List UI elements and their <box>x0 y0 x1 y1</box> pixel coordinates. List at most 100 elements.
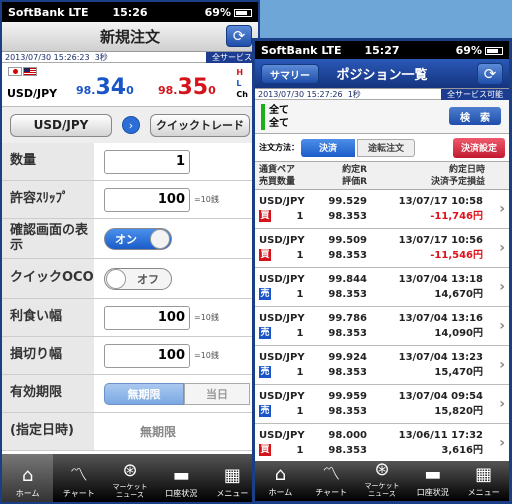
entry-rate: 99.844 <box>328 274 367 285</box>
col-qty: 売買数量 <box>259 176 296 187</box>
filter-panel: 全て 全て 検 索 <box>255 100 509 134</box>
order-toolbar: USD/JPY › クイックトレード <box>2 107 258 143</box>
table-header: 通貨ペア 売買数量 約定R 評価R 約定日時 決済予定損益 <box>255 162 509 190</box>
entry-date: 13/07/17 10:58 <box>398 196 483 207</box>
tab-menu-label: メニュー <box>467 488 500 497</box>
chart-icon: 〽 <box>322 464 341 485</box>
stop-loss-input[interactable]: 100 <box>104 343 190 368</box>
page-title: 新規注文 <box>99 28 160 46</box>
quantity: 1 <box>296 445 304 456</box>
expiry-label: 有効期限 <box>2 375 94 412</box>
tab-bar: ⌂ ホーム 〽チャート ⊛ マーケットニュース ▬ 口座状況 ▦ メニュー <box>255 460 509 501</box>
clock: 15:27 <box>364 43 400 57</box>
tab-chart[interactable]: 〽チャート <box>53 454 104 502</box>
chevron-right-icon: › <box>499 435 505 451</box>
quick-oco-toggle[interactable]: オフ <box>104 267 172 290</box>
info-bar: 2013/07/30 15:27:26 1秒 全サービス可能 <box>255 88 509 100</box>
order-form: 数量 1 許容ｽﾘｯﾌﾟ 100 =10銭 確認画面の表示 オン クイックOCO … <box>2 143 258 451</box>
method-settle-option[interactable]: 決済 <box>301 138 355 157</box>
home-icon: ⌂ <box>274 464 287 485</box>
expiry-today-option[interactable]: 当日 <box>184 382 250 405</box>
battery-label: 69% <box>455 43 482 57</box>
eval-rate: 98.353 <box>328 328 367 339</box>
col-pair: 通貨ペア <box>259 164 296 175</box>
entry-date: 13/07/04 13:16 <box>398 313 483 324</box>
chart-icon: 〽 <box>69 465 88 486</box>
tab-account-label: 口座状況 <box>416 488 449 497</box>
refresh-interval: 1秒 <box>347 89 361 99</box>
tab-menu[interactable]: ▦ メニュー <box>207 454 258 502</box>
position-row[interactable]: USD/JPY 買 1 99.509 98.353 13/07/17 10:56 -11,… <box>255 229 509 268</box>
position-row[interactable]: USD/JPY 売 1 99.844 98.353 13/07/04 13:18 14,6… <box>255 268 509 307</box>
tab-account[interactable]: ▬ 口座状況 <box>156 454 207 502</box>
position-list: USD/JPY 買 1 99.529 98.353 13/07/17 10:58 -11,… <box>255 190 509 501</box>
refresh-icon[interactable]: ⟳ <box>477 63 503 85</box>
pair: USD/JPY <box>259 235 305 246</box>
eval-rate: 98.353 <box>328 211 367 222</box>
side-badge: 買 <box>259 249 271 261</box>
side-badge: 買 <box>259 210 271 222</box>
pair: USD/JPY <box>259 274 305 285</box>
tab-home[interactable]: ⌂ ホーム <box>255 461 306 501</box>
take-profit-label: 利食い幅 <box>2 299 94 336</box>
profit-loss: -11,746円 <box>430 211 483 222</box>
profit-loss: 15,470円 <box>434 367 483 378</box>
chevron-right-icon: › <box>499 396 505 412</box>
account-icon: ▬ <box>424 464 442 485</box>
slippage-unit: =10銭 <box>194 195 219 204</box>
position-row[interactable]: USD/JPY 売 1 99.959 98.353 13/07/04 09:54 15,8… <box>255 385 509 424</box>
tab-news-label: マーケットニュース <box>112 483 148 499</box>
bid-rate[interactable]: 98.340 <box>76 75 134 100</box>
take-profit-unit: =10銭 <box>194 313 219 322</box>
ask-prefix: 98. <box>158 84 178 97</box>
refresh-icon[interactable]: ⟳ <box>226 25 252 47</box>
position-row[interactable]: USD/JPY 買 1 99.529 98.353 13/07/17 10:58 -11,… <box>255 190 509 229</box>
expiry-unlimited-option[interactable]: 無期限 <box>104 382 184 405</box>
quantity: 1 <box>296 289 304 300</box>
pair-select-button[interactable]: USD/JPY <box>10 113 112 137</box>
battery-icon <box>485 46 503 55</box>
method-reverse-option[interactable]: 途転注文 <box>357 138 415 157</box>
tab-chart[interactable]: 〽チャート <box>306 461 357 501</box>
quantity-input[interactable]: 1 <box>104 149 190 174</box>
tab-menu[interactable]: ▦ メニュー <box>458 461 509 501</box>
settle-settings-button[interactable]: 決済設定 <box>453 137 505 158</box>
eval-rate: 98.353 <box>328 406 367 417</box>
pair: USD/JPY <box>259 196 305 207</box>
tab-news[interactable]: ⊛ マーケットニュース <box>357 460 408 501</box>
chevron-right-icon[interactable]: › <box>122 116 140 134</box>
ask-rate[interactable]: 98.350 <box>158 75 216 100</box>
status-bar: SoftBank LTE 15:27 69% <box>255 41 509 59</box>
tab-account[interactable]: ▬ 口座状況 <box>407 461 458 501</box>
side-badge: 売 <box>259 288 271 300</box>
tab-news[interactable]: ⊛ マーケットニュース <box>104 454 155 502</box>
take-profit-input[interactable]: 100 <box>104 305 190 330</box>
quantity: 1 <box>296 211 304 222</box>
take-profit-row: 利食い幅 100 =10銭 <box>2 299 258 337</box>
slippage-label: 許容ｽﾘｯﾌﾟ <box>2 181 94 218</box>
col-rate: 約定R <box>342 164 367 175</box>
tab-home-label: ホーム <box>15 489 40 498</box>
confirm-toggle[interactable]: オン <box>104 227 172 250</box>
quick-trade-button[interactable]: クイックトレード <box>150 113 250 137</box>
currency-pair: USD/JPY <box>7 87 58 100</box>
chevron-right-icon: › <box>499 279 505 295</box>
quantity-row: 数量 1 <box>2 143 258 181</box>
position-row[interactable]: USD/JPY 買 1 98.000 98.353 13/06/11 17:32 3,61… <box>255 424 509 463</box>
eval-rate: 98.353 <box>328 367 367 378</box>
chevron-right-icon: › <box>499 240 505 256</box>
refresh-interval: 3秒 <box>94 52 108 62</box>
side-badge: 売 <box>259 366 271 378</box>
summary-button[interactable]: サマリー <box>261 64 319 84</box>
search-button[interactable]: 検 索 <box>449 107 501 125</box>
slippage-input[interactable]: 100 <box>104 187 190 212</box>
timestamp: 2013/07/30 15:27:26 <box>258 89 343 99</box>
filter-values[interactable]: 全て 全て <box>269 104 289 130</box>
confirm-label: 確認画面の表示 <box>2 219 94 258</box>
position-row[interactable]: USD/JPY 売 1 99.786 98.353 13/07/04 13:16 14,0… <box>255 307 509 346</box>
tab-home[interactable]: ⌂ ホーム <box>2 454 54 502</box>
position-row[interactable]: USD/JPY 売 1 99.924 98.353 13/07/04 13:23 15,4… <box>255 346 509 385</box>
battery-icon <box>234 8 252 17</box>
filter-indicator <box>261 103 265 130</box>
network-label: LTE <box>321 43 342 57</box>
